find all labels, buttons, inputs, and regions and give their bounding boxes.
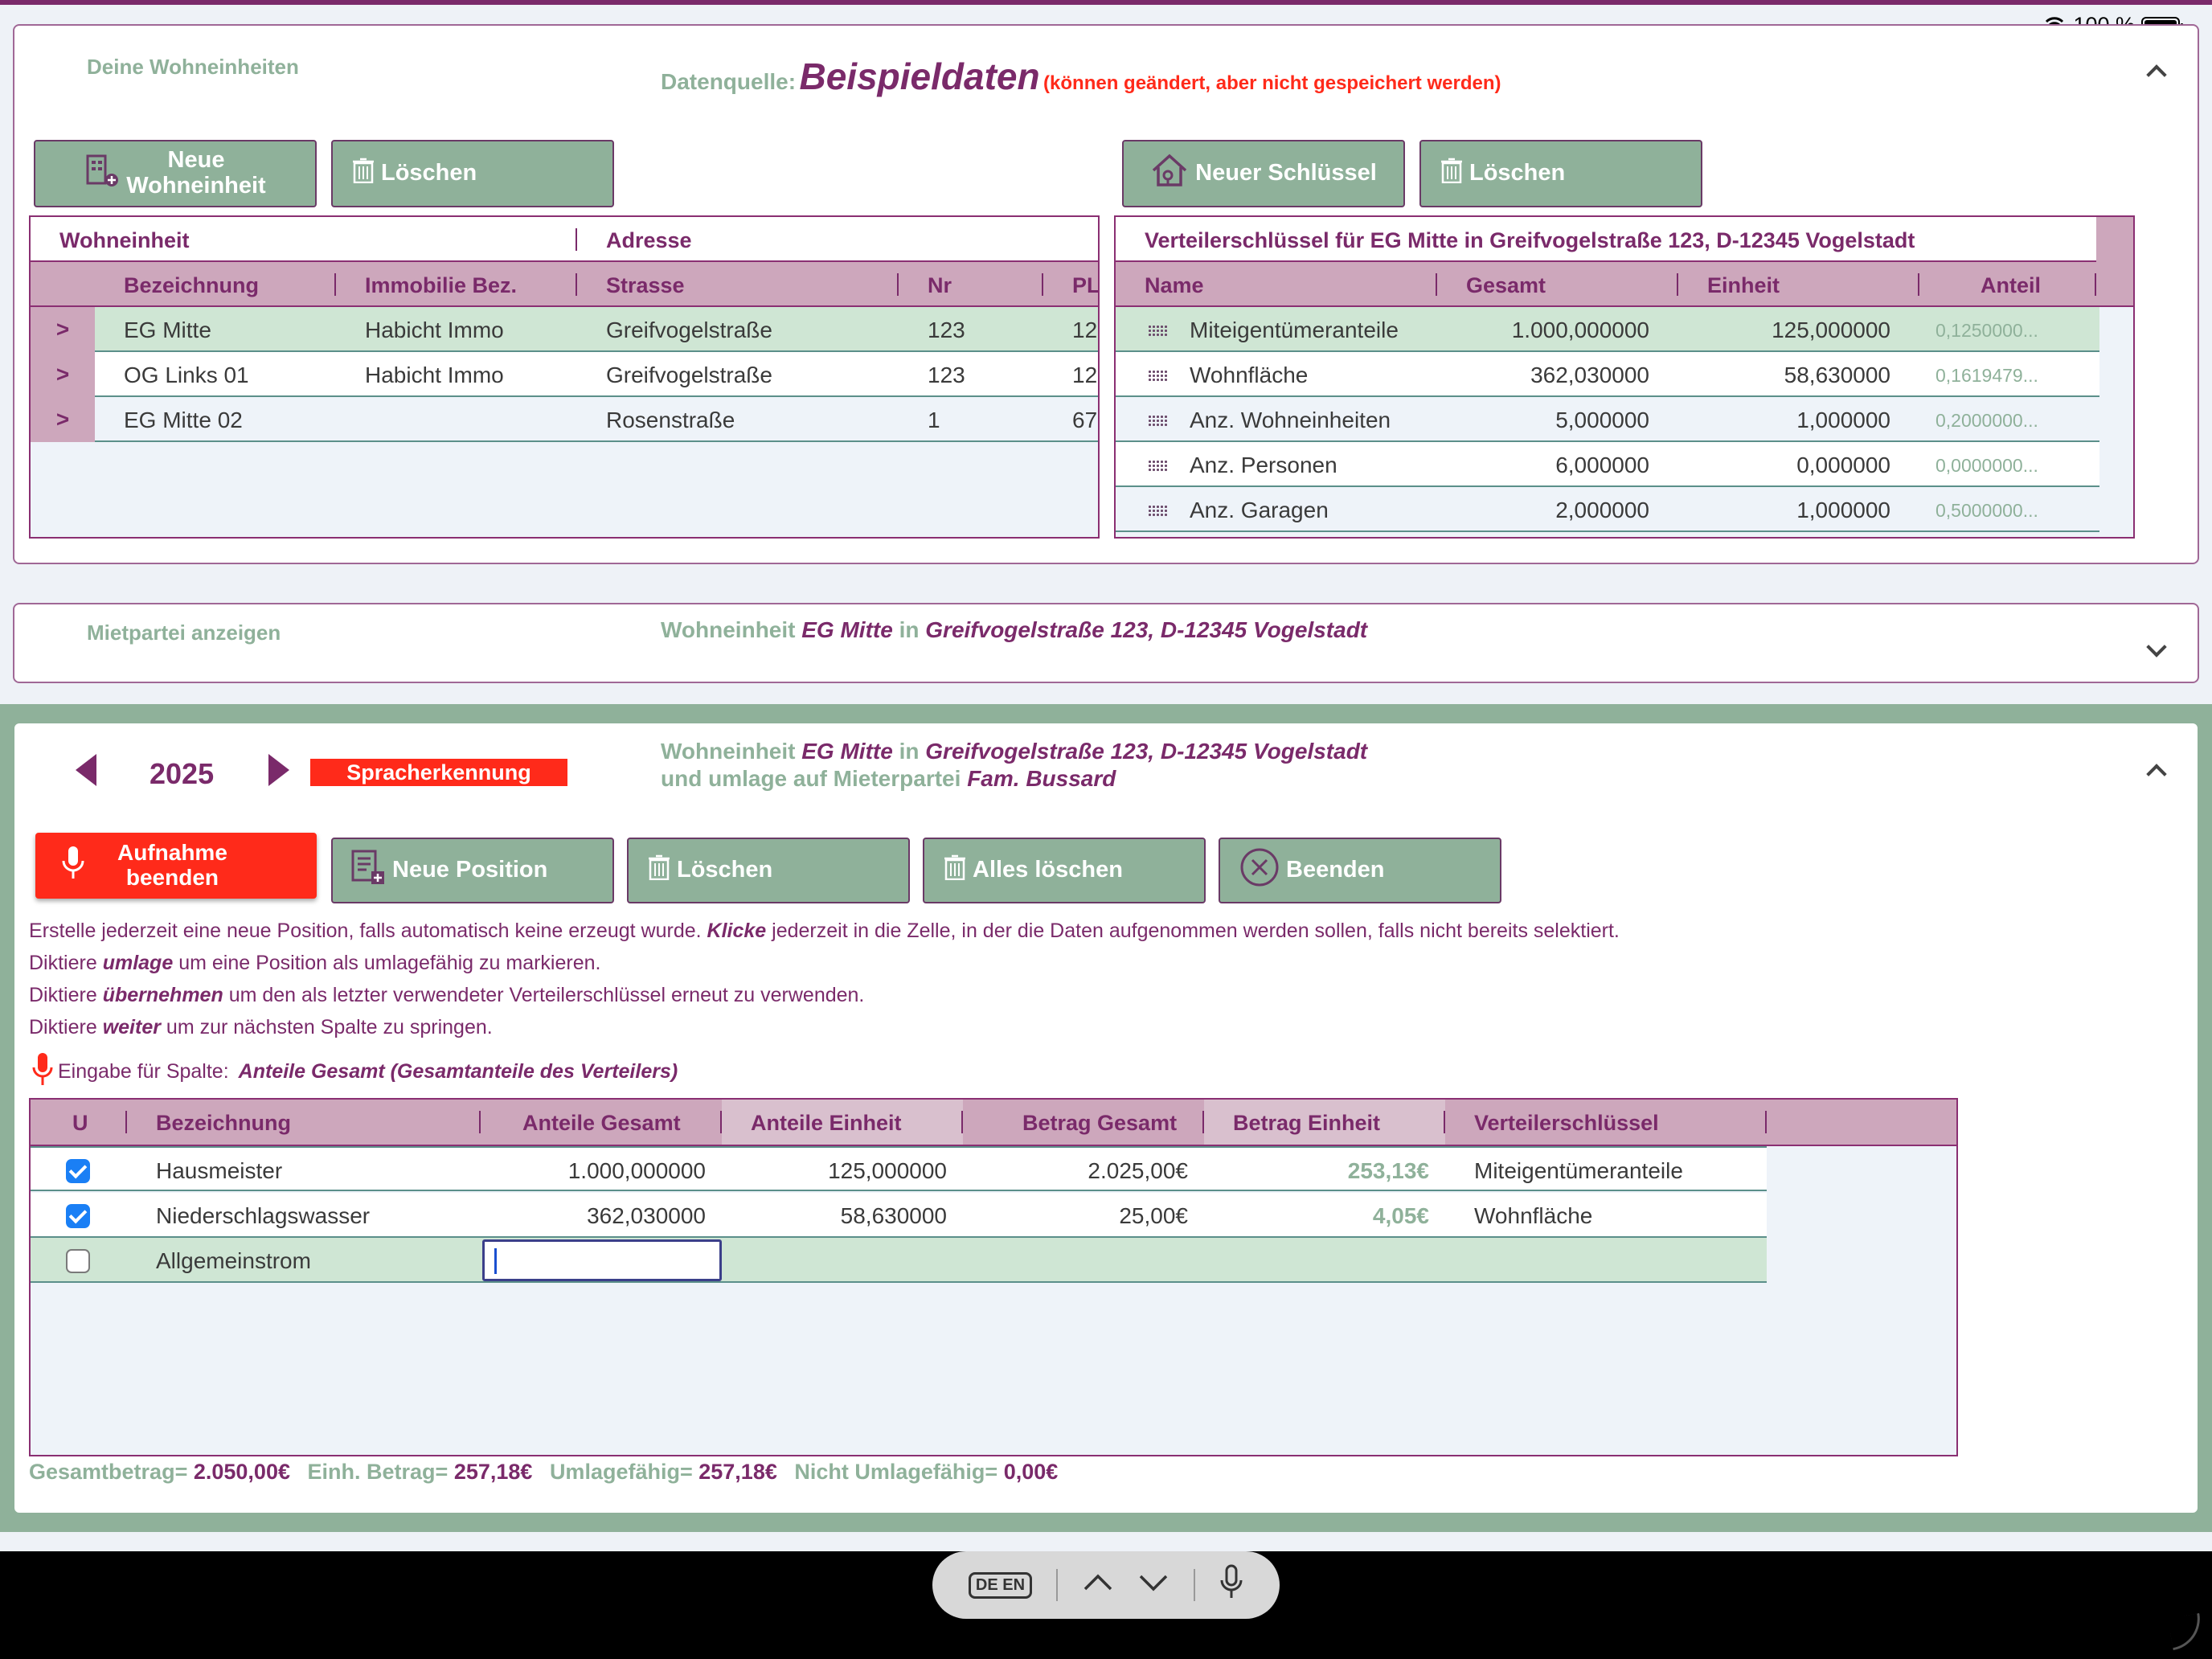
table-row[interactable]: Allgemeinstrom bbox=[31, 1238, 1767, 1283]
new-key-button[interactable]: Neuer Schlüssel bbox=[1122, 140, 1405, 207]
col-header-amount-total[interactable]: Betrag Gesamt bbox=[1022, 1111, 1177, 1136]
keyboard-shortcut-bar: DE EN bbox=[932, 1551, 1280, 1619]
table-row[interactable]: Wohnfläche 362,030000 58,630000 0,161947… bbox=[1116, 352, 2099, 397]
table-row[interactable]: > EG Mitte Habicht Immo Greifvogelstraße… bbox=[31, 307, 1098, 352]
row-arrow[interactable]: > bbox=[31, 352, 95, 397]
help-line-2: Diktiere umlage um eine Position als uml… bbox=[29, 952, 601, 974]
help-line-3: Diktiere übernehmen um den als letzter v… bbox=[29, 984, 865, 1006]
table-row[interactable]: Miteigentümeranteile 1.000,000000 125,00… bbox=[1116, 307, 2099, 352]
datasource-line: Datenquelle: Beispieldaten (können geänd… bbox=[661, 55, 1501, 98]
row-arrow[interactable]: > bbox=[31, 397, 95, 442]
tenant-panel-info: Wohneinheit EG Mitte in Greifvogelstraße… bbox=[661, 617, 1368, 642]
row-arrow[interactable]: > bbox=[31, 307, 95, 352]
table-row[interactable]: Niederschlagswasser 362,030000 58,630000… bbox=[31, 1193, 1767, 1238]
datasource-label: Datenquelle: bbox=[661, 69, 797, 94]
drag-handle-icon[interactable] bbox=[1148, 505, 1167, 516]
drag-handle-icon[interactable] bbox=[1148, 370, 1167, 381]
col-header-key[interactable]: Verteilerschlüssel bbox=[1474, 1111, 1659, 1136]
drag-handle-icon[interactable] bbox=[1148, 460, 1167, 471]
col-header-shares-total[interactable]: Anteile Gesamt bbox=[522, 1111, 681, 1136]
language-switch-icon[interactable]: DE EN bbox=[968, 1571, 1033, 1599]
shares-total-input[interactable] bbox=[482, 1239, 722, 1281]
drag-handle-icon[interactable] bbox=[1148, 415, 1167, 426]
microphone-icon bbox=[61, 845, 85, 887]
allocatable-checkbox[interactable] bbox=[66, 1204, 90, 1228]
table-row[interactable]: Hausmeister 1.000,000000 125,000000 2.02… bbox=[31, 1146, 1767, 1191]
new-unit-icon bbox=[84, 153, 120, 195]
allocatable-checkbox[interactable] bbox=[66, 1249, 90, 1273]
house-key-icon bbox=[1150, 153, 1189, 195]
year-label: 2025 bbox=[150, 757, 215, 790]
costs-table: U Bezeichnung Anteile Gesamt Anteile Ein… bbox=[29, 1098, 1958, 1456]
table-row[interactable]: Anz. Personen 6,000000 0,000000 0,000000… bbox=[1116, 442, 2099, 487]
trash-icon bbox=[944, 854, 966, 887]
new-position-button[interactable]: Neue Position bbox=[331, 838, 614, 903]
next-year-icon[interactable] bbox=[268, 754, 289, 786]
col-header-plz[interactable]: PL bbox=[1072, 273, 1098, 298]
tenant-panel[interactable]: Mietpartei anzeigen Wohneinheit EG Mitte… bbox=[13, 603, 2199, 683]
col-header-key-total[interactable]: Gesamt bbox=[1466, 273, 1546, 298]
datasource-note: (können geändert, aber nicht gespeichert… bbox=[1043, 72, 1501, 94]
units-table: Wohneinheit Adresse Bezeichnung Immobili… bbox=[29, 215, 1100, 539]
costs-panel: 2025 Spracherkennung Wohneinheit EG Mitt… bbox=[13, 722, 2199, 1514]
col-header-street[interactable]: Strasse bbox=[606, 273, 685, 298]
bottom-bar-top bbox=[0, 1532, 2212, 1551]
totals-line: Gesamtbetrag= 2.050,00€ Einh. Betrag= 25… bbox=[29, 1460, 1059, 1484]
tenant-panel-title: Mietpartei anzeigen bbox=[87, 621, 281, 645]
col-header-amount-unit[interactable]: Betrag Einheit bbox=[1233, 1111, 1380, 1136]
new-position-icon bbox=[350, 849, 386, 892]
col-header-u[interactable]: U bbox=[72, 1111, 88, 1136]
text-cursor bbox=[494, 1248, 497, 1274]
chevron-up-icon[interactable] bbox=[1082, 1571, 1114, 1599]
trash-icon bbox=[1440, 158, 1463, 190]
expand-chevron-down-icon[interactable] bbox=[2146, 637, 2167, 657]
costs-panel-info: Wohneinheit EG Mitte in Greifvogelstraße… bbox=[661, 739, 1368, 791]
close-circle-icon bbox=[1239, 847, 1280, 894]
drag-handle-icon[interactable] bbox=[1148, 325, 1167, 336]
delete-all-button[interactable]: Alles löschen bbox=[923, 838, 1206, 903]
col-header-nr[interactable]: Nr bbox=[928, 273, 952, 298]
col-header-name[interactable]: Bezeichnung bbox=[124, 273, 259, 298]
col-header-shares-unit[interactable]: Anteile Einheit bbox=[751, 1111, 902, 1136]
stop-recording-button[interactable]: Aufnahme beenden bbox=[35, 833, 317, 899]
quit-button[interactable]: Beenden bbox=[1219, 838, 1501, 903]
prev-year-icon[interactable] bbox=[76, 754, 96, 786]
dictation-microphone-icon[interactable] bbox=[1219, 1564, 1243, 1606]
input-column-line: Eingabe für Spalte: Anteile Gesamt (Gesa… bbox=[32, 1051, 678, 1092]
units-panel-title: Deine Wohneinheiten bbox=[87, 55, 299, 79]
units-panel: Deine Wohneinheiten Datenquelle: Beispie… bbox=[13, 24, 2199, 564]
table-row[interactable]: > EG Mitte 02 Rosenstraße 1 67 bbox=[31, 397, 1098, 442]
col-header-property[interactable]: Immobilie Bez. bbox=[365, 273, 517, 298]
help-line-1: Erstelle jederzeit eine neue Position, f… bbox=[29, 920, 1620, 942]
collapse-chevron-up-icon[interactable] bbox=[2146, 64, 2167, 85]
group-header-unit: Wohneinheit bbox=[59, 228, 190, 252]
group-header-address: Adresse bbox=[606, 228, 692, 252]
keys-table-title: Verteilerschlüssel für EG Mitte in Greif… bbox=[1145, 228, 1915, 252]
new-unit-button[interactable]: Neue Wohneinheit bbox=[34, 140, 317, 207]
delete-position-button[interactable]: Löschen bbox=[627, 838, 910, 903]
top-accent-line bbox=[0, 0, 2212, 5]
trash-icon bbox=[648, 854, 670, 887]
col-header-key-unit[interactable]: Einheit bbox=[1707, 273, 1780, 298]
col-header-name[interactable]: Bezeichnung bbox=[156, 1111, 291, 1136]
chevron-down-icon[interactable] bbox=[1137, 1571, 1169, 1599]
help-line-4: Diktiere weiter um zur nächsten Spalte z… bbox=[29, 1016, 493, 1038]
table-row[interactable]: Anz. Garagen 2,000000 1,000000 0,5000000… bbox=[1116, 487, 2099, 532]
table-row[interactable]: > OG Links 01 Habicht Immo Greifvogelstr… bbox=[31, 352, 1098, 397]
microphone-icon bbox=[32, 1051, 53, 1092]
distribution-keys-table: Verteilerschlüssel für EG Mitte in Greif… bbox=[1114, 215, 2135, 539]
collapse-chevron-up-icon[interactable] bbox=[2146, 764, 2167, 784]
col-header-key-share[interactable]: Anteil bbox=[1981, 273, 2041, 298]
delete-unit-button[interactable]: Löschen bbox=[331, 140, 614, 207]
trash-icon bbox=[352, 158, 375, 190]
allocatable-checkbox[interactable] bbox=[66, 1159, 90, 1183]
speech-recognition-badge: Spracherkennung bbox=[310, 759, 567, 786]
table-row[interactable]: Anz. Wohneinheiten 5,000000 1,000000 0,2… bbox=[1116, 397, 2099, 442]
delete-key-button[interactable]: Löschen bbox=[1419, 140, 1702, 207]
col-header-key-name[interactable]: Name bbox=[1145, 273, 1204, 298]
datasource-value: Beispieldaten bbox=[799, 55, 1040, 97]
